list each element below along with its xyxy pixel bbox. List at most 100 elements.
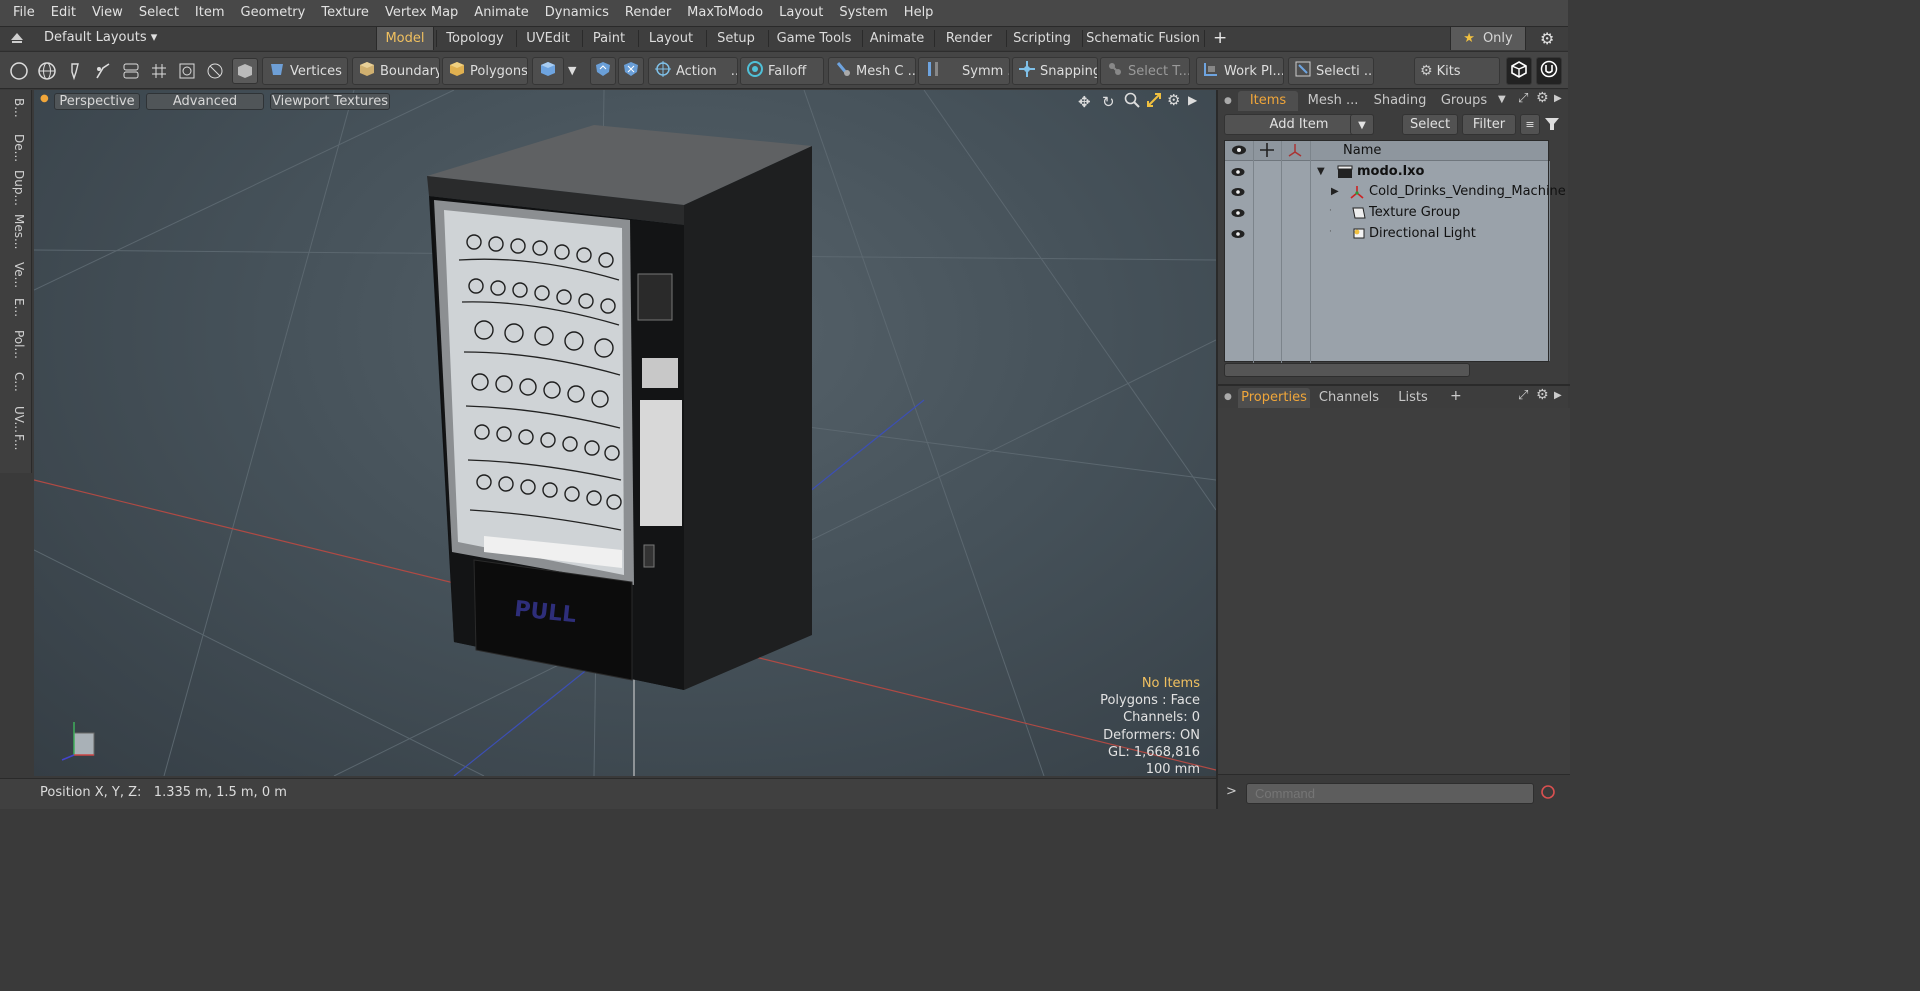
menu-render[interactable]: Render: [617, 0, 679, 26]
expand-icon[interactable]: ⤢: [1518, 91, 1528, 106]
props-arrow-icon[interactable]: ▶: [1554, 390, 1562, 401]
menu-texture[interactable]: Texture: [313, 0, 377, 26]
menu-item[interactable]: Item: [187, 0, 233, 26]
box-select-icon[interactable]: [174, 58, 200, 84]
eye-icon[interactable]: [1231, 207, 1245, 219]
mesh-constraint-button[interactable]: Mesh C ...: [828, 57, 916, 85]
brush-select-icon[interactable]: [90, 58, 116, 84]
chevron-down-icon[interactable]: ▼: [568, 64, 576, 77]
filter-button[interactable]: Filter: [1462, 114, 1516, 135]
list-item[interactable]: · Texture Group: [1225, 203, 1548, 223]
axis-header-icon[interactable]: [1287, 142, 1303, 162]
3d-viewport[interactable]: PULL ● Perspective Advanced Viewport Tex…: [34, 90, 1216, 776]
pan-icon[interactable]: ✥: [1078, 93, 1091, 111]
zoom-icon[interactable]: [1124, 92, 1140, 112]
panel-dot-icon[interactable]: ●: [1224, 96, 1232, 106]
items-arrow-icon[interactable]: ▶: [1554, 93, 1562, 104]
left-tab-duplicate[interactable]: Dup...: [6, 170, 26, 206]
eye-icon[interactable]: [1231, 186, 1245, 198]
add-item-dropdown[interactable]: ▼: [1350, 114, 1374, 135]
tab-paint[interactable]: Paint: [586, 27, 632, 50]
only-toggle[interactable]: ★ Only: [1450, 27, 1526, 50]
collapsed-triangle-icon[interactable]: ▶: [1331, 186, 1339, 197]
tab-uvedit[interactable]: UVEdit: [520, 27, 576, 50]
menu-system[interactable]: System: [831, 0, 895, 26]
symmetry-button[interactable]: Symm ...: [918, 57, 1010, 85]
menu-edit[interactable]: Edit: [43, 0, 84, 26]
props-gear-icon[interactable]: ⚙: [1536, 387, 1549, 403]
items-horizontal-scrollbar[interactable]: [1224, 363, 1470, 377]
tab-channels[interactable]: Channels: [1314, 388, 1384, 408]
kits-button[interactable]: ⚙ Kits: [1414, 57, 1500, 85]
list-item[interactable]: ▶ Cold_Drinks_Vending_Machine: [1225, 182, 1566, 202]
item-mode-button[interactable]: [532, 57, 564, 85]
action-center-button[interactable]: Action...: [648, 57, 738, 85]
tab-setup[interactable]: Setup: [710, 27, 762, 50]
tabs-dropdown-icon[interactable]: ▼: [1498, 94, 1506, 105]
name-column-header[interactable]: Name: [1343, 143, 1381, 158]
left-tab-deform[interactable]: De...: [6, 134, 26, 162]
select-through-button[interactable]: Select T...: [1100, 57, 1190, 85]
selection-sets-button[interactable]: Selecti ...: [1288, 57, 1374, 85]
sphere-select-icon[interactable]: [34, 58, 60, 84]
menu-animate[interactable]: Animate: [466, 0, 536, 26]
cube-solid-icon[interactable]: [232, 58, 258, 84]
menu-geometry[interactable]: Geometry: [233, 0, 314, 26]
list-item[interactable]: · Directional Light: [1225, 224, 1548, 244]
left-tab-polygon[interactable]: Pol...: [6, 330, 26, 359]
tab-lists[interactable]: Lists: [1388, 388, 1438, 408]
lasso-icon[interactable]: [62, 58, 88, 84]
grid-select-icon[interactable]: [146, 58, 172, 84]
left-tab-mesh-edit[interactable]: Mes...: [6, 214, 26, 249]
menu-select[interactable]: Select: [131, 0, 187, 26]
menu-dynamics[interactable]: Dynamics: [537, 0, 617, 26]
props-expand-icon[interactable]: ⤢: [1518, 388, 1528, 403]
viewport-dot-icon[interactable]: ●: [40, 93, 49, 104]
tab-animate[interactable]: Animate: [866, 27, 928, 50]
tab-topology[interactable]: Topology: [440, 27, 510, 50]
select-button[interactable]: Select: [1402, 114, 1458, 135]
list-scrollbar[interactable]: [1549, 161, 1550, 361]
viewport-gear-icon[interactable]: ⚙: [1167, 91, 1180, 109]
items-gear-icon[interactable]: ⚙: [1536, 90, 1549, 106]
tab-items[interactable]: Items: [1238, 91, 1298, 111]
menu-maxtomodo[interactable]: MaxToModo: [679, 0, 771, 26]
boundary-button[interactable]: Boundary: [352, 57, 440, 85]
circle-slash-icon[interactable]: [202, 58, 228, 84]
menu-vertex-map[interactable]: Vertex Map: [377, 0, 466, 26]
left-tab-fusion[interactable]: F...: [6, 434, 26, 450]
left-tab-vertex[interactable]: Ve...: [6, 262, 26, 288]
tab-layout[interactable]: Layout: [642, 27, 700, 50]
advanced-dropdown[interactable]: Advanced: [146, 93, 264, 110]
funnel-icon[interactable]: [1544, 116, 1560, 136]
collapse-up-icon[interactable]: [10, 30, 24, 46]
tab-mesh[interactable]: Mesh ...: [1302, 91, 1364, 111]
left-tab-edge[interactable]: E...: [6, 298, 26, 317]
snapping-button[interactable]: Snapping: [1012, 57, 1098, 85]
tab-shading[interactable]: Shading: [1368, 91, 1432, 111]
command-input[interactable]: [1246, 783, 1534, 804]
viewport-arrow-icon[interactable]: ▶: [1188, 93, 1197, 107]
unity-button[interactable]: [1506, 57, 1532, 85]
tab-schematic-fusion[interactable]: Schematic Fusion: [1086, 27, 1200, 50]
circle-select-icon[interactable]: [6, 58, 32, 84]
list-options-button[interactable]: ≡: [1520, 114, 1540, 135]
left-tab-curve[interactable]: C...: [6, 372, 26, 392]
menu-file[interactable]: File: [5, 0, 43, 26]
props-dot-icon[interactable]: ●: [1224, 392, 1232, 402]
work-plane-button[interactable]: Work Pl...: [1196, 57, 1284, 85]
tab-game-tools[interactable]: Game Tools: [772, 27, 856, 50]
rotate-icon[interactable]: ↻: [1102, 93, 1115, 111]
left-tab-basic[interactable]: B...: [6, 98, 26, 118]
list-item[interactable]: ▼ modo.lxo: [1225, 162, 1548, 182]
unreal-button[interactable]: [1536, 57, 1562, 85]
default-layouts-dropdown[interactable]: Default Layouts ▾: [44, 30, 157, 45]
vertices-button[interactable]: Vertices: [262, 57, 348, 85]
tab-groups[interactable]: Groups: [1436, 91, 1492, 111]
eye-icon[interactable]: [1231, 166, 1245, 178]
shield-x-button[interactable]: [618, 57, 644, 85]
lock-header-icon[interactable]: [1259, 142, 1275, 162]
add-props-tab-icon[interactable]: +: [1450, 388, 1462, 404]
tab-render[interactable]: Render: [938, 27, 1000, 50]
record-icon[interactable]: [1540, 784, 1556, 804]
